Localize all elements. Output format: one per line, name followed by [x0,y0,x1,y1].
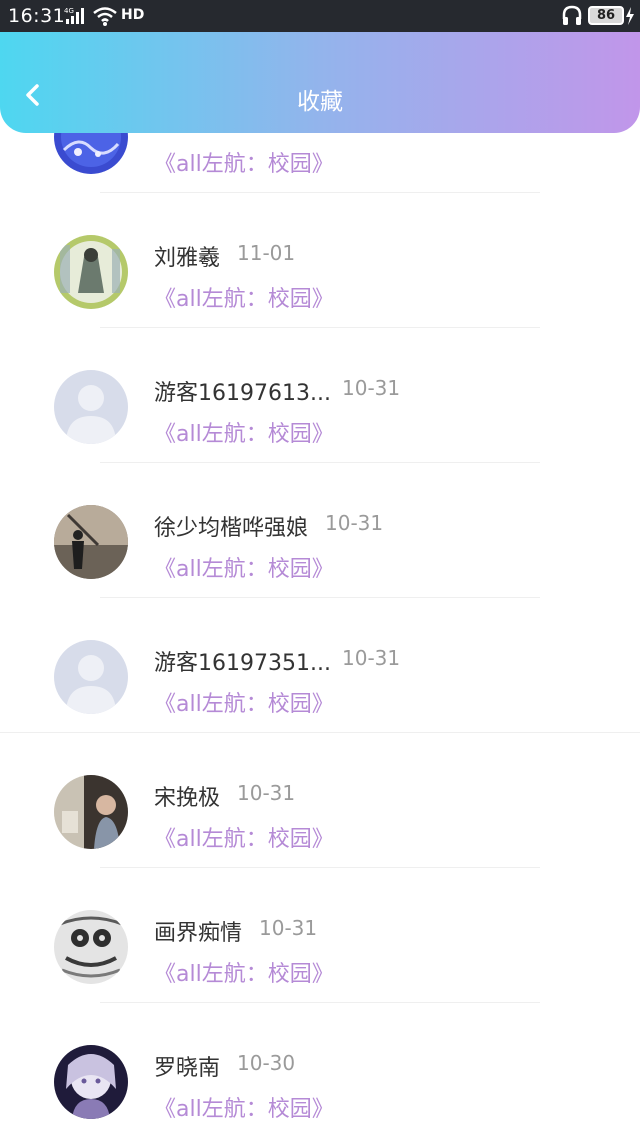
headset-icon [562,5,582,25]
work-title[interactable]: 《all左航：校园》 [154,956,334,988]
user-avatar [54,370,128,444]
favorite-date: 10-31 [342,376,401,400]
user-avatar [54,505,128,579]
work-title[interactable]: 《all左航：校园》 [154,551,334,583]
list-item[interactable]: 画界痴情 10-31 《all左航：校园》 [0,868,640,1003]
favorite-date: 11-01 [237,241,296,265]
anime-avatar-icon [54,1045,128,1119]
default-user-avatar-icon [54,370,128,444]
charging-icon [626,7,634,25]
user-avatar [54,775,128,849]
header-bar: 收藏 [0,32,640,133]
battery-indicator: 86 [588,6,624,25]
favorite-date: 10-31 [342,646,401,670]
user-name[interactable]: 罗晓南 [154,1050,220,1082]
work-title[interactable]: 《all左航：校园》 [154,416,334,448]
user-name[interactable]: 宋挽极 [154,780,220,812]
user-name[interactable]: 刘雅羲 [154,240,220,272]
user-avatar [54,1045,128,1119]
user-name[interactable]: 游客16197613... [154,375,331,407]
list-item[interactable]: 罗晓南 10-30 《all左航：校园》 [0,1003,640,1138]
user-name[interactable]: 游客16197351... [154,645,331,677]
sketch-avatar-icon [54,910,128,984]
photo-avatar-icon [54,775,128,849]
favorite-date: 10-31 [237,781,296,805]
user-avatar [54,640,128,714]
cellular-signal-icon: 4G [64,7,84,24]
user-name[interactable]: 徐少均楷哗强娘 [154,510,308,542]
photo-avatar-icon [54,235,128,309]
work-title[interactable]: 《all左航：校园》 [154,281,334,313]
user-avatar [54,235,128,309]
network-type-label: 4G [64,7,74,15]
list-item[interactable]: 游客16197351... 10-31 《all左航：校园》 [0,598,640,733]
photo-avatar-icon [54,505,128,579]
list-item[interactable]: 徐少均楷哗强娘 10-31 《all左航：校园》 [0,463,640,598]
default-user-avatar-icon [54,640,128,714]
page-title: 收藏 [297,89,343,115]
work-title[interactable]: 《all左航：校园》 [154,821,334,853]
favorite-date: 10-31 [325,511,384,535]
list-item[interactable]: 宋挽极 10-31 《all左航：校园》 [0,733,640,868]
status-bar: 16:31 4G HD 86 [0,0,640,32]
work-title[interactable]: 《all左航：校园》 [154,686,334,718]
status-time: 16:31 [8,5,66,27]
list-item[interactable]: 刘雅羲 11-01 《all左航：校园》 [0,193,640,328]
wifi-icon [93,7,117,26]
user-name[interactable]: 画界痴情 [154,915,242,947]
user-avatar [54,910,128,984]
favorite-date: 10-31 [259,916,318,940]
hd-badge: HD [121,7,145,23]
work-title[interactable]: 《all左航：校园》 [154,146,334,178]
work-title[interactable]: 《all左航：校园》 [154,1091,334,1123]
favorite-date: 10-30 [237,1051,296,1075]
list-item[interactable]: 游客16197613... 10-31 《all左航：校园》 [0,328,640,463]
